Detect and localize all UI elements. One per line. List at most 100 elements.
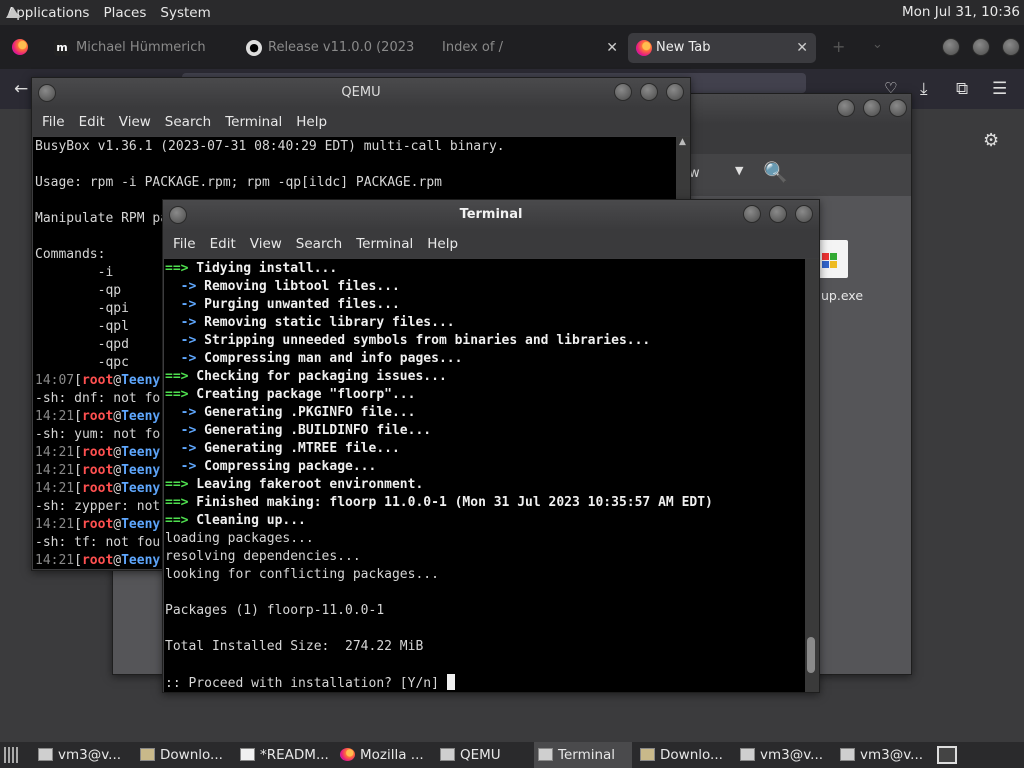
taskbar-item[interactable]: Downlo... (636, 742, 732, 768)
back-icon[interactable]: ← (14, 79, 28, 99)
taskbar-item[interactable]: vm3@v... (34, 742, 130, 768)
browser-tab[interactable]: Index of / ✕ (414, 33, 624, 63)
line-text: Removing libtool files... (196, 279, 400, 294)
line-text: Cleaning up... (188, 513, 306, 528)
chevron-down-icon[interactable]: ⌄ (872, 37, 883, 52)
taskbar-item[interactable]: vm3@v... (836, 742, 932, 768)
hamburger-menu-icon[interactable]: ☰ (992, 79, 1007, 99)
clock[interactable]: Mon Jul 31, 10:36 (902, 4, 1020, 20)
terminal-output[interactable]: ==> Tidying install... -> Removing libto… (164, 259, 805, 692)
new-tab-icon[interactable]: + (832, 37, 845, 56)
arrow-marker: -> (165, 351, 197, 366)
line-text: Finished making: floorp 11.0.0-1 (Mon 31… (188, 495, 713, 510)
download-icon[interactable]: ⤓ (920, 79, 928, 99)
menu-search[interactable]: Search (292, 236, 352, 252)
tab-label: Release v11.0.0 (2023 (268, 40, 415, 55)
terminal-titlebar[interactable]: Terminal (163, 200, 819, 230)
arrow-marker: ==> (165, 513, 189, 528)
file-label[interactable]: up.exe (821, 288, 863, 303)
scrollbar-thumb[interactable] (807, 637, 815, 673)
prompt-user: root (81, 373, 114, 388)
top-panel: Applications Places System Mon Jul 31, 1… (0, 0, 1024, 25)
browser-tab[interactable]: ● Release v11.0.0 (2023 (240, 33, 420, 63)
terminal-line: ==> Finished making: floorp 11.0.0-1 (Mo… (165, 494, 804, 512)
arrow-marker: ==> (165, 369, 189, 384)
prompt-time: 14:21 (35, 409, 75, 424)
prompt-at: @ (113, 373, 122, 388)
prompt-host: Teeny (121, 463, 161, 478)
menu-edit[interactable]: Edit (75, 114, 115, 130)
prompt-host: Teeny (121, 373, 161, 388)
dropdown-arrow-icon[interactable]: ▼ (735, 164, 743, 177)
close-button[interactable] (1002, 38, 1020, 56)
menu-view[interactable]: View (115, 114, 161, 130)
distro-logo-icon[interactable] (6, 7, 20, 18)
close-button[interactable] (795, 205, 813, 223)
minimize-button[interactable] (837, 99, 855, 117)
browser-tab-active[interactable]: New Tab ✕ (628, 33, 816, 63)
menu-file[interactable]: File (38, 114, 75, 130)
close-icon[interactable]: ✕ (796, 33, 808, 63)
maximize-button[interactable] (769, 205, 787, 223)
prompt-user: root (81, 445, 114, 460)
minimize-button[interactable] (942, 38, 960, 56)
folder-icon (140, 748, 155, 761)
exe-file-icon[interactable] (818, 240, 848, 278)
taskbar-item[interactable]: Downlo... (136, 742, 232, 768)
menu-terminal[interactable]: Terminal (221, 114, 292, 130)
line-text: Compressing package... (196, 459, 377, 474)
menu-edit[interactable]: Edit (206, 236, 246, 252)
extensions-icon[interactable]: ⧉ (956, 79, 968, 99)
taskbar-item-label: vm3@v... (860, 747, 924, 763)
taskbar-handle-icon[interactable] (4, 747, 18, 763)
taskbar-item-label: QEMU (460, 747, 501, 763)
maximize-button[interactable] (640, 83, 658, 101)
arrow-marker: ==> (165, 387, 189, 402)
prompt-host: Teeny (121, 553, 161, 568)
arrow-marker: ==> (165, 261, 189, 276)
browser-tab[interactable]: m Michael Hümmerich (48, 33, 228, 63)
prompt-time: 14:21 (35, 445, 75, 460)
taskbar-item[interactable]: Terminal (534, 742, 632, 768)
taskbar-item[interactable]: vm3@v... (736, 742, 832, 768)
prompt-user: root (81, 517, 114, 532)
maximize-button[interactable] (972, 38, 990, 56)
menu-places[interactable]: Places (96, 5, 153, 21)
maximize-button[interactable] (863, 99, 881, 117)
line-text: Tidying install... (188, 261, 338, 276)
arrow-marker: -> (165, 297, 197, 312)
taskbar-item[interactable]: *READM... (236, 742, 332, 768)
firefox-icon[interactable] (12, 39, 28, 55)
window-menu-button[interactable] (38, 84, 56, 102)
qemu-titlebar[interactable]: QEMU (32, 78, 690, 108)
menu-search[interactable]: Search (161, 114, 221, 130)
search-icon[interactable]: 🔍 (763, 160, 788, 184)
close-icon[interactable]: ✕ (606, 33, 618, 63)
close-button[interactable] (666, 83, 684, 101)
minimize-button[interactable] (743, 205, 761, 223)
window-menu-button[interactable] (169, 206, 187, 224)
browser-tab-bar: m Michael Hümmerich ● Release v11.0.0 (2… (0, 25, 1024, 69)
arrow-marker: ==> (165, 495, 189, 510)
scrollbar[interactable] (805, 259, 819, 692)
prompt-bracket: [ (74, 481, 82, 496)
taskbar: vm3@v... Downlo... *READM... Mozilla ... QEM… (0, 742, 1024, 768)
menu-help[interactable]: Help (423, 236, 468, 252)
menu-help[interactable]: Help (292, 114, 337, 130)
menu-terminal[interactable]: Terminal (352, 236, 423, 252)
taskbar-item[interactable]: Mozilla ... (336, 742, 432, 768)
menu-view[interactable]: View (246, 236, 292, 252)
settings-gear-icon[interactable]: ⚙ (983, 130, 999, 151)
taskbar-item-label: Mozilla ... (360, 747, 424, 763)
show-desktop-icon[interactable] (937, 746, 957, 764)
close-button[interactable] (889, 99, 907, 117)
menu-file[interactable]: File (169, 236, 206, 252)
minimize-button[interactable] (614, 83, 632, 101)
menu-system[interactable]: System (153, 5, 217, 21)
taskbar-item[interactable]: QEMU (436, 742, 532, 768)
prompt-at: @ (113, 463, 122, 478)
arrow-marker: -> (165, 315, 197, 330)
